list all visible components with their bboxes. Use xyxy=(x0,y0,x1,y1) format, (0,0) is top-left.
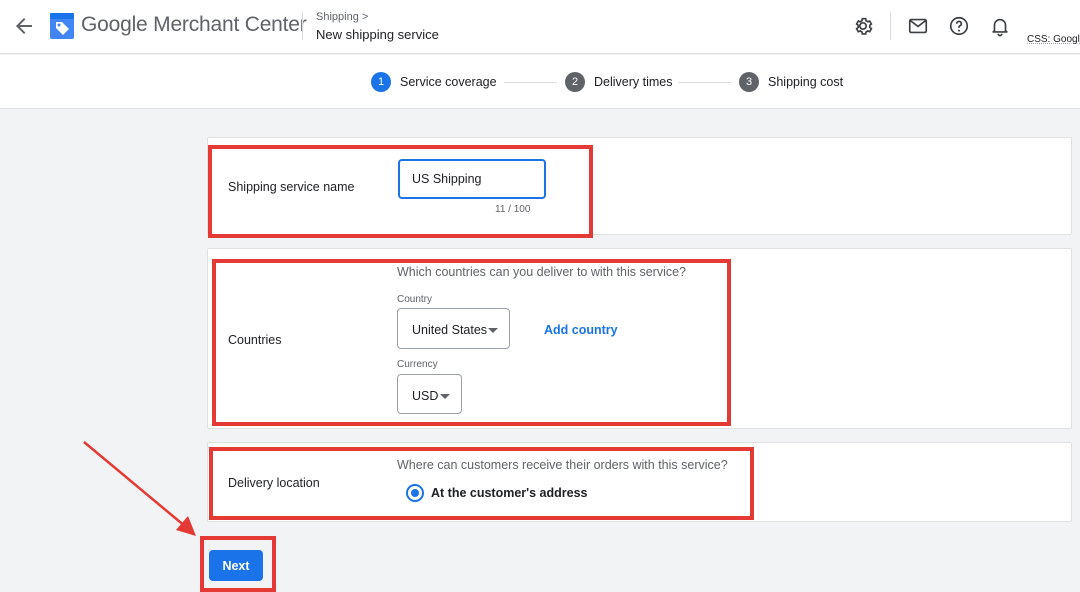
breadcrumb-parent[interactable]: Shipping xyxy=(316,11,359,23)
progress-stepper: 1 Service coverage 2 Delivery times 3 Sh… xyxy=(0,55,1080,109)
step-3-label: Shipping cost xyxy=(768,75,844,89)
step-2-label: Delivery times xyxy=(594,75,673,89)
step-connector xyxy=(504,82,557,83)
gear-icon[interactable] xyxy=(852,15,874,37)
next-button[interactable]: Next xyxy=(209,550,263,581)
currency-select[interactable]: USD xyxy=(397,374,462,414)
chevron-down-icon xyxy=(488,328,498,333)
countries-label: Countries xyxy=(228,333,282,347)
country-select-value: United States xyxy=(412,323,488,337)
step-2-number: 2 xyxy=(565,72,585,92)
currency-select-value: USD xyxy=(412,389,439,403)
back-arrow-icon[interactable] xyxy=(12,14,36,38)
delivery-location-card: Delivery location Where can customers re… xyxy=(207,442,1072,522)
countries-card: Countries Which countries can you delive… xyxy=(207,248,1072,429)
delivery-location-question: Where can customers receive their orders… xyxy=(397,458,728,472)
country-select[interactable]: United States xyxy=(397,308,510,349)
breadcrumb-separator-icon: > xyxy=(361,11,369,23)
character-counter: 11 / 100 xyxy=(495,204,531,215)
customer-address-radio[interactable] xyxy=(406,484,424,502)
customer-address-label[interactable]: At the customer's address xyxy=(431,486,588,500)
currency-field-label: Currency xyxy=(397,359,438,370)
service-name-card: Shipping service name 11 / 100 xyxy=(207,137,1072,235)
step-connector xyxy=(678,82,731,83)
country-field-label: Country xyxy=(397,294,433,305)
delivery-location-label: Delivery location xyxy=(228,476,320,490)
account-switcher[interactable]: CSS: Google xyxy=(1027,34,1080,45)
page-title: New shipping service xyxy=(316,27,439,42)
step-3-number: 3 xyxy=(739,72,759,92)
header-divider xyxy=(302,12,303,40)
help-icon[interactable] xyxy=(948,15,970,37)
service-name-input[interactable] xyxy=(398,159,546,199)
countries-question: Which countries can you deliver to with … xyxy=(397,265,687,279)
merchant-center-logo-icon xyxy=(50,13,74,39)
header-divider xyxy=(890,12,891,40)
step-1-label: Service coverage xyxy=(400,75,497,89)
breadcrumb[interactable]: Shipping > xyxy=(316,11,368,23)
mail-icon[interactable] xyxy=(907,15,929,37)
brand-title[interactable]: Google Merchant Center xyxy=(81,13,307,37)
bell-icon[interactable] xyxy=(989,15,1011,37)
chevron-down-icon xyxy=(440,394,450,399)
add-country-button[interactable]: Add country xyxy=(544,323,618,337)
step-1-number: 1 xyxy=(371,72,391,92)
service-name-label: Shipping service name xyxy=(228,180,355,194)
top-app-bar: Google Merchant Center Shipping > New sh… xyxy=(0,0,1080,54)
